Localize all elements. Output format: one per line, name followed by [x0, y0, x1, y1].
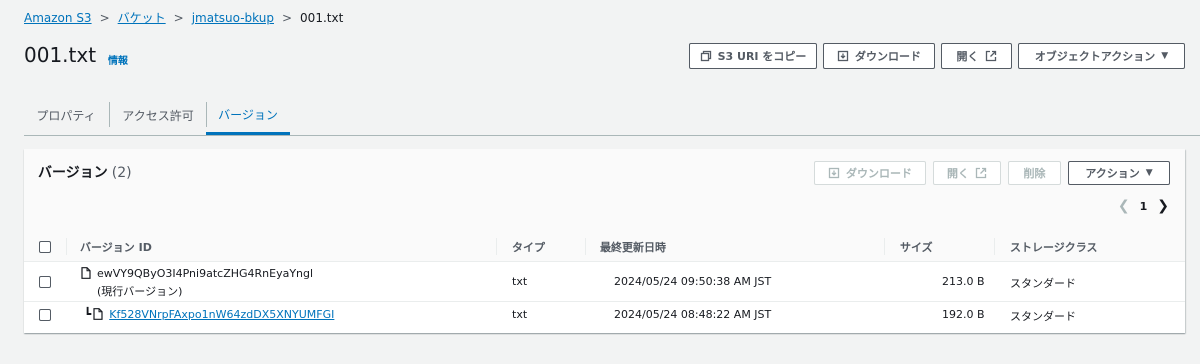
type-cell: txt: [512, 275, 528, 288]
row-checkbox[interactable]: [39, 309, 51, 321]
version-id-cell: ewVY9QByO3I4Pni9atcZHG4RnEyaYngl: [81, 267, 313, 280]
info-link[interactable]: 情報: [108, 52, 128, 67]
copy-s3-uri-label: S3 URI をコピー: [717, 50, 807, 63]
breadcrumb-current: 001.txt: [300, 10, 344, 25]
chevron-right-icon: >: [173, 10, 184, 25]
copy-icon: [700, 50, 711, 62]
versions-title: バージョン (2): [38, 162, 132, 182]
column-header-size[interactable]: サイズ: [900, 232, 933, 261]
tab-versions[interactable]: バージョン: [206, 97, 290, 135]
chevron-right-icon: >: [99, 10, 110, 25]
table-header: バージョン ID タイプ 最終更新日時 サイズ ストレージクラス: [24, 232, 1185, 262]
select-all-checkbox[interactable]: [39, 241, 51, 253]
size-cell: 192.0 B: [942, 308, 985, 321]
versions-panel-header: バージョン (2) ダウンロード 開く 削除 アクション ▼ ❮ 1 ❯: [24, 149, 1185, 232]
pagination: ❮ 1 ❯: [1118, 198, 1169, 214]
breadcrumb-buckets[interactable]: バケット: [118, 9, 166, 26]
breadcrumb-bucket[interactable]: jmatsuo-bkup: [192, 11, 274, 25]
versions-actions-button[interactable]: アクション ▼: [1068, 161, 1170, 185]
versions-panel: バージョン (2) ダウンロード 開く 削除 アクション ▼ ❮ 1 ❯ バージョ…: [24, 149, 1185, 333]
object-actions-label: オブジェクトアクション: [1034, 50, 1156, 63]
external-link-icon: [985, 50, 996, 62]
open-label: 開く: [956, 50, 979, 63]
storage-class-cell: スタンダード: [1010, 277, 1076, 290]
versions-download-button[interactable]: ダウンロード: [814, 161, 926, 185]
current-version-note: (現行バージョン): [97, 285, 183, 298]
tree-branch-icon: ┗: [84, 307, 92, 321]
versions-download-label: ダウンロード: [846, 167, 912, 180]
last-modified-cell: 2024/05/24 09:50:38 AM JST: [614, 275, 772, 288]
table-row: ewVY9QByO3I4Pni9atcZHG4RnEyaYngl (現行バージョ…: [24, 262, 1185, 302]
column-divider: [496, 238, 497, 255]
table-row: ┗ Kf528VNrpFAxpo1nW64zdDX5XNYUMFGI txt 2…: [24, 302, 1185, 328]
file-icon: [93, 308, 103, 320]
breadcrumb-amazon-s3[interactable]: Amazon S3: [24, 11, 92, 25]
next-page-icon[interactable]: ❯: [1157, 198, 1169, 214]
versions-delete-label: 削除: [1023, 167, 1046, 180]
version-id-cell: ┗ Kf528VNrpFAxpo1nW64zdDX5XNYUMFGI: [84, 307, 334, 321]
versions-count: (2): [111, 165, 132, 181]
page-title: 001.txt: [24, 43, 97, 67]
column-header-last-modified[interactable]: 最終更新日時: [600, 232, 666, 261]
tab-bar: プロパティ アクセス許可 バージョン: [24, 97, 1200, 136]
open-button[interactable]: 開く: [941, 43, 1012, 69]
current-page[interactable]: 1: [1140, 200, 1148, 213]
version-id-link[interactable]: Kf528VNrpFAxpo1nW64zdDX5XNYUMFGI: [109, 308, 334, 321]
copy-s3-uri-button[interactable]: S3 URI をコピー: [689, 43, 817, 69]
download-icon: [828, 167, 840, 179]
last-modified-cell: 2024/05/24 08:48:22 AM JST: [614, 308, 772, 321]
object-actions-button[interactable]: オブジェクトアクション ▼: [1018, 43, 1185, 69]
type-cell: txt: [512, 308, 528, 321]
row-checkbox[interactable]: [39, 276, 51, 288]
column-header-type[interactable]: タイプ: [512, 232, 545, 261]
versions-open-button[interactable]: 開く: [933, 161, 1001, 185]
versions-actions-label: アクション: [1085, 167, 1140, 180]
column-divider: [994, 238, 995, 255]
size-cell: 213.0 B: [942, 275, 985, 288]
column-divider: [585, 238, 586, 255]
versions-open-label: 開く: [947, 167, 969, 180]
download-label: ダウンロード: [855, 50, 921, 63]
prev-page-icon[interactable]: ❮: [1118, 198, 1130, 214]
download-icon: [837, 50, 849, 62]
versions-title-text: バージョン: [38, 165, 108, 181]
chevron-right-icon: >: [281, 10, 293, 25]
tab-properties[interactable]: プロパティ: [24, 97, 108, 134]
storage-class-cell: スタンダード: [1010, 310, 1076, 323]
breadcrumb: Amazon S3 > バケット > jmatsuo-bkup > 001.tx…: [24, 9, 343, 26]
caret-down-icon: ▼: [1161, 51, 1169, 61]
download-button[interactable]: ダウンロード: [823, 43, 935, 69]
column-divider: [66, 238, 67, 255]
versions-delete-button[interactable]: 削除: [1008, 161, 1061, 185]
file-icon: [81, 267, 91, 279]
caret-down-icon: ▼: [1145, 168, 1153, 178]
version-id-text: ewVY9QByO3I4Pni9atcZHG4RnEyaYngl: [97, 267, 314, 280]
column-divider: [884, 238, 885, 255]
column-header-version-id[interactable]: バージョン ID: [80, 232, 152, 261]
column-header-storage-class[interactable]: ストレージクラス: [1010, 232, 1098, 261]
tab-permissions[interactable]: アクセス許可: [110, 97, 206, 134]
external-link-icon: [975, 167, 987, 179]
